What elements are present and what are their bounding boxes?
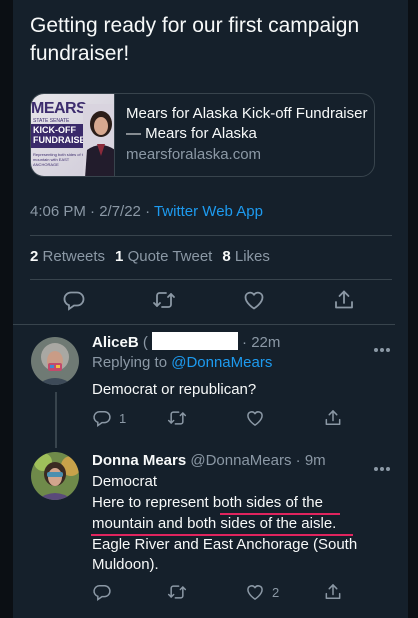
tweet-text: Getting ready for our first campaign fun… [30, 14, 360, 65]
retweets-count: 2 [30, 248, 39, 265]
thread-connector [55, 392, 57, 448]
reply1-header: AliceB ( · 22m [92, 332, 280, 353]
likes-stat[interactable]: 8 Likes [222, 248, 270, 265]
retweet-button[interactable] [152, 288, 176, 312]
reply1-like-button[interactable] [245, 408, 265, 428]
quotes-label: Quote Tweet [127, 248, 213, 265]
divider [13, 324, 395, 325]
card-title: Mears for Alaska Kick-off Fundraiser — M… [126, 105, 368, 142]
right-edge [408, 0, 418, 618]
likes-count: 8 [222, 248, 231, 265]
reply-button[interactable] [62, 288, 86, 312]
reply1-text: Democrat or republican? [92, 381, 257, 398]
replying-handle[interactable]: @DonnaMears [171, 354, 272, 371]
candidate-photo [83, 104, 114, 176]
quotes-stat[interactable]: 1 Quote Tweet [115, 248, 212, 265]
retweet-icon [153, 292, 175, 308]
reply2-retweet-button[interactable] [167, 582, 187, 602]
divider [30, 235, 392, 236]
reply-icon [93, 584, 111, 601]
tweet-timestamp[interactable]: 4:06 PM · 2/7/22 · [30, 203, 154, 220]
screenshot-frame: Getting ready for our first campaign fun… [0, 0, 418, 618]
tweet-source-app[interactable]: Twitter Web App [154, 203, 263, 220]
reply1-author-name[interactable]: AliceB [92, 334, 139, 351]
avatar[interactable] [31, 337, 79, 385]
reply-icon [63, 291, 85, 311]
quotes-count: 1 [115, 248, 124, 265]
share-icon [325, 410, 341, 425]
retweet-icon [167, 585, 187, 599]
reply2-line1: Democrat [92, 473, 158, 490]
like-icon [247, 411, 263, 426]
share-button[interactable] [332, 288, 356, 312]
reply2-more-button[interactable] [374, 458, 394, 471]
share-icon [335, 290, 353, 309]
thumb-headline: MEARS [31, 100, 87, 117]
redaction-box [151, 332, 238, 350]
reply2-header: Donna Mears @DonnaMears · 9m [92, 451, 326, 471]
like-icon [247, 585, 263, 600]
avatar[interactable] [31, 452, 79, 500]
more-icon [374, 458, 392, 475]
link-card[interactable]: MEARS STATE SENATE KICK-OFF FUNDRAISER R… [30, 93, 375, 177]
card-domain: mearsforalaska.com [126, 146, 262, 163]
reply2-line5: Muldoon). [92, 556, 159, 573]
reply2-line2-end: both sides of the [212, 494, 323, 511]
like-button[interactable] [242, 288, 266, 312]
tweet-detail: Getting ready for our first campaign fun… [13, 0, 408, 618]
thumb-fineprint: Representing both sides of the mountain … [33, 152, 88, 167]
reply2-like-count: 2 [272, 585, 280, 600]
reply2-like-button[interactable] [245, 582, 265, 602]
reply1-more-button[interactable] [374, 339, 394, 352]
likes-label: Likes [234, 248, 270, 265]
like-icon [244, 291, 264, 310]
card-thumbnail: MEARS STATE SENATE KICK-OFF FUNDRAISER R… [31, 94, 115, 176]
reply2-line4: Eagle River and East Anchorage (South [92, 536, 358, 553]
reply2-line2: Here to represent both sides of the [92, 493, 323, 513]
tweet-metadata: 4:06 PM · 2/7/22 · Twitter Web App [30, 203, 263, 220]
reply-icon [93, 410, 111, 427]
reply2-handle[interactable]: @DonnaMears [190, 452, 291, 469]
reply1-retweet-button[interactable] [167, 408, 187, 428]
reply2-time[interactable]: · 9m [296, 452, 326, 469]
divider [30, 279, 392, 280]
left-edge [0, 0, 13, 618]
reply2-line3: mountain and both sides of the aisle. [92, 515, 337, 532]
reply2-line2-start: Here to represent [92, 494, 213, 511]
reply1-author-partial: ( [142, 334, 148, 351]
reply2-reply-button[interactable] [92, 582, 112, 602]
reply2-author-name[interactable]: Donna Mears [92, 452, 186, 469]
retweets-label: Retweets [42, 248, 106, 265]
share-icon [325, 584, 341, 599]
reply1-share-button[interactable] [323, 408, 343, 428]
retweet-icon [167, 411, 187, 425]
reply1-reply-count: 1 [119, 411, 127, 426]
reply2-share-button[interactable] [323, 582, 343, 602]
engagement-stats: 2 Retweets 1 Quote Tweet 8 Likes [30, 248, 270, 265]
more-icon [374, 339, 392, 356]
replying-prefix: Replying to [92, 354, 172, 371]
reply1-time[interactable]: · 22m [242, 334, 280, 351]
replying-to: Replying to @DonnaMears [92, 353, 272, 373]
retweets-stat[interactable]: 2 Retweets [30, 248, 105, 265]
reply1-reply-button[interactable] [92, 408, 112, 428]
